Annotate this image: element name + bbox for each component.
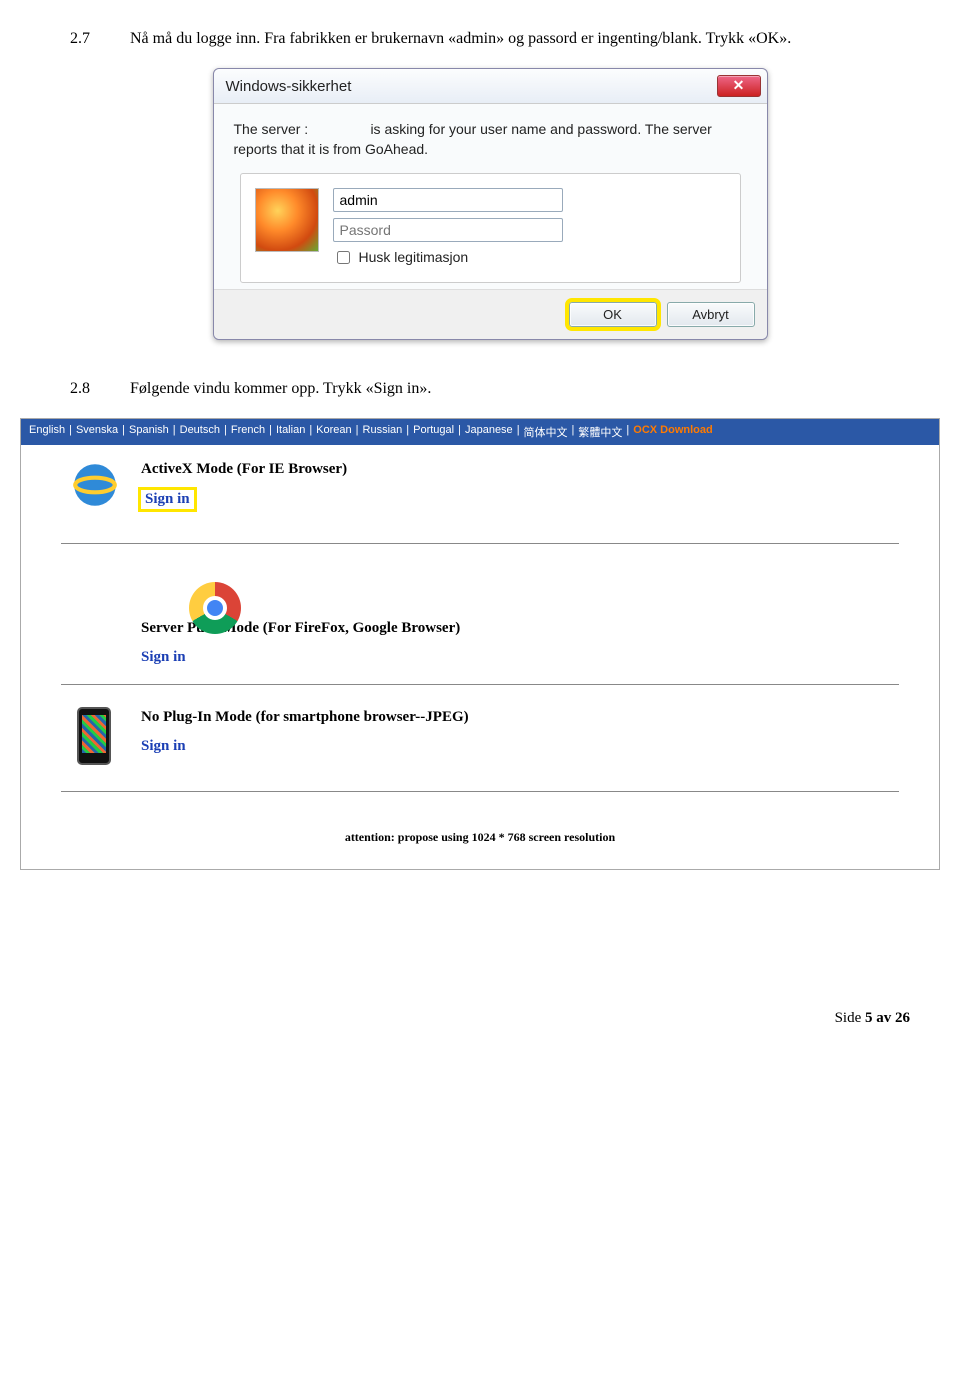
lang-russian[interactable]: Russian bbox=[363, 424, 403, 440]
camera-web-page: English|Svenska|Spanish|Deutsch|French|I… bbox=[20, 418, 940, 870]
dialog-body: The server : is asking for your user nam… bbox=[214, 104, 767, 289]
signin-link-serverpush[interactable]: Sign in bbox=[141, 649, 186, 665]
step-number: 2.8 bbox=[70, 380, 100, 398]
language-bar: English|Svenska|Spanish|Deutsch|French|I… bbox=[21, 419, 939, 445]
separator bbox=[61, 543, 899, 544]
page-footer: Side 5 av 26 bbox=[70, 1010, 910, 1027]
cancel-button[interactable]: Avbryt bbox=[667, 302, 755, 327]
remember-checkbox-label[interactable]: Husk legitimasjon bbox=[333, 248, 726, 268]
dialog-titlebar: Windows-sikkerhet ✕ bbox=[214, 69, 767, 104]
mode-title: ActiveX Mode (For IE Browser) bbox=[141, 461, 879, 478]
lang-japanese[interactable]: Japanese bbox=[465, 424, 513, 440]
lang-简体中文[interactable]: 简体中文 bbox=[524, 424, 568, 440]
lang-italian[interactable]: Italian bbox=[276, 424, 305, 440]
separator bbox=[61, 684, 899, 685]
attention-text: attention: propose using 1024 * 768 scre… bbox=[21, 800, 939, 869]
dialog-prompt: The server : is asking for your user nam… bbox=[234, 120, 747, 159]
dialog-title: Windows-sikkerhet bbox=[226, 78, 352, 95]
signin-link-activex[interactable]: Sign in bbox=[141, 490, 194, 509]
password-field[interactable] bbox=[333, 218, 563, 242]
lang-繁體中文[interactable]: 繁體中文 bbox=[578, 424, 622, 440]
lang-korean[interactable]: Korean bbox=[316, 424, 351, 440]
mode-activex: ActiveX Mode (For IE Browser) Sign in bbox=[21, 445, 939, 535]
username-field[interactable] bbox=[333, 188, 563, 212]
lang-english[interactable]: English bbox=[29, 424, 65, 440]
step-2-8: 2.8 Følgende vindu kommer opp. Trykk «Si… bbox=[70, 380, 910, 398]
lang-portugal[interactable]: Portugal bbox=[413, 424, 454, 440]
signin-link-noplugin[interactable]: Sign in bbox=[141, 738, 186, 754]
separator bbox=[61, 791, 899, 792]
ie-icon bbox=[69, 459, 121, 511]
lang-deutsch[interactable]: Deutsch bbox=[180, 424, 220, 440]
lang-spanish[interactable]: Spanish bbox=[129, 424, 169, 440]
step-number: 2.7 bbox=[70, 30, 100, 48]
step-text: Følgende vindu kommer opp. Trykk «Sign i… bbox=[130, 380, 431, 398]
avatar bbox=[255, 188, 319, 252]
smartphone-icon bbox=[77, 707, 111, 765]
lang-french[interactable]: French bbox=[231, 424, 265, 440]
mode-serverpush: Server Push Mode (For FireFox, Google Br… bbox=[21, 552, 939, 676]
remember-checkbox[interactable] bbox=[337, 251, 350, 264]
close-button[interactable]: ✕ bbox=[717, 75, 761, 97]
mode-noplugin: No Plug-In Mode (for smartphone browser-… bbox=[21, 693, 939, 783]
mode-title: No Plug-In Mode (for smartphone browser-… bbox=[141, 709, 879, 726]
dialog-footer: OK Avbryt bbox=[214, 289, 767, 339]
ok-button[interactable]: OK bbox=[569, 302, 657, 327]
mode-title: Server Push Mode (For FireFox, Google Br… bbox=[141, 620, 879, 637]
step-2-7: 2.7 Nå må du logge inn. Fra fabrikken er… bbox=[70, 30, 910, 48]
step-text: Nå må du logge inn. Fra fabrikken er bru… bbox=[130, 30, 791, 48]
ocx-download-link[interactable]: OCX Download bbox=[633, 424, 712, 440]
credentials-box: Husk legitimasjon bbox=[240, 173, 741, 283]
lang-svenska[interactable]: Svenska bbox=[76, 424, 118, 440]
chrome-icon bbox=[189, 582, 241, 634]
close-icon: ✕ bbox=[733, 77, 745, 93]
windows-security-dialog: Windows-sikkerhet ✕ The server : is aski… bbox=[213, 68, 768, 340]
